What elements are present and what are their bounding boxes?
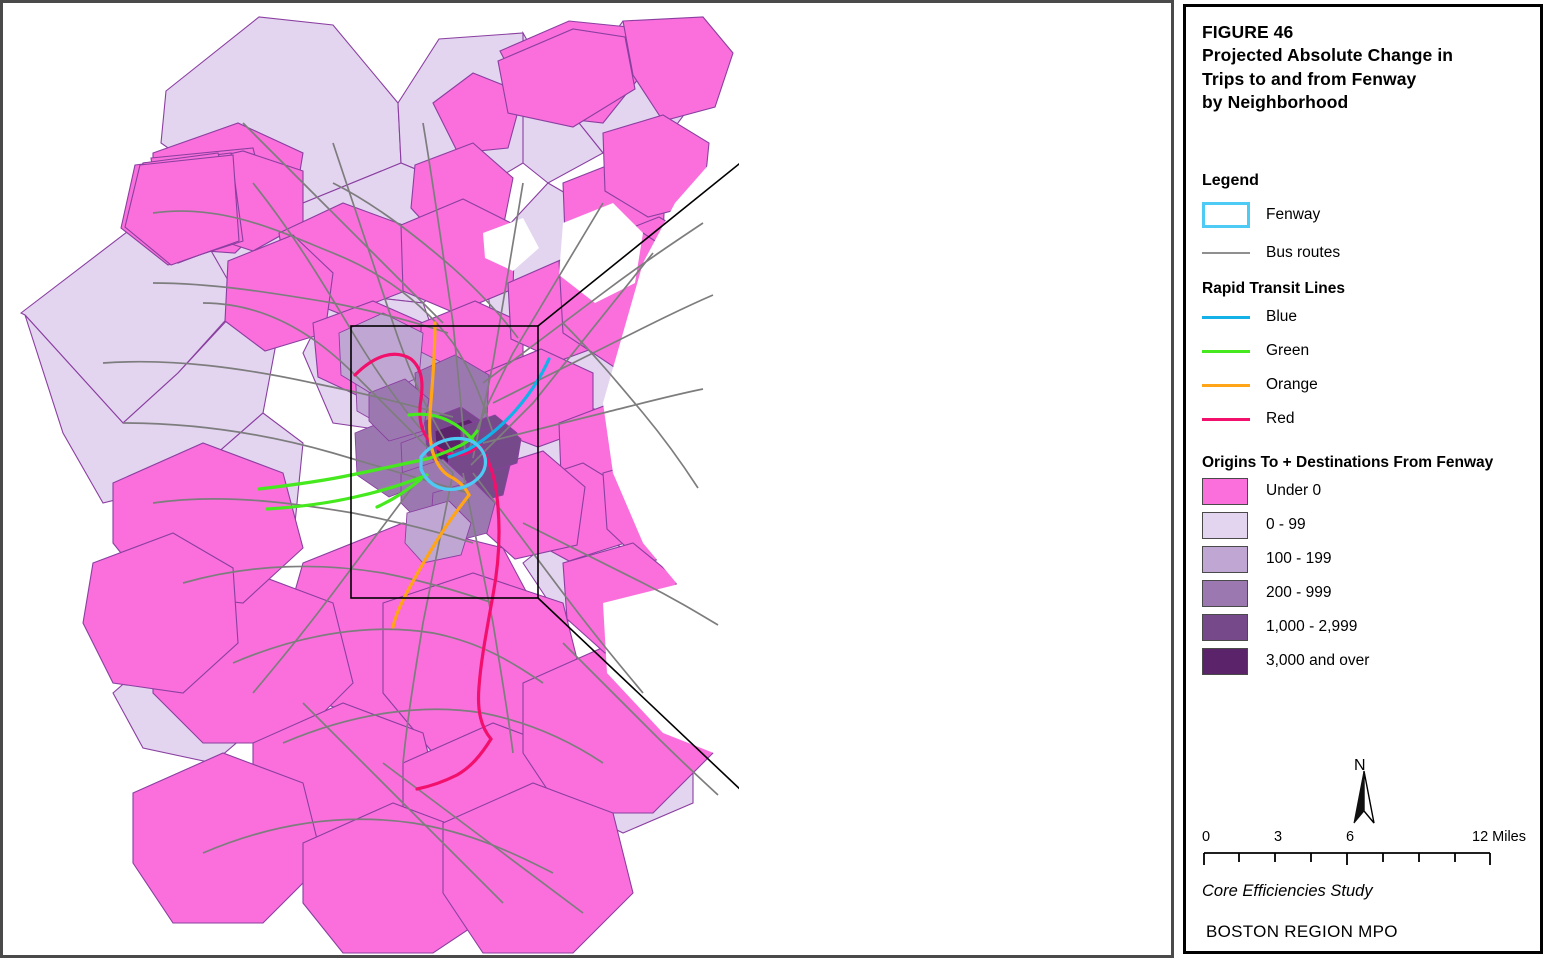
legend-item-transit-orange[interactable]: Orange xyxy=(1202,368,1524,402)
legend-label-class-3000-over: 3,000 and over xyxy=(1266,652,1370,670)
rapid-transit-heading: Rapid Transit Lines xyxy=(1202,280,1345,298)
blue-line-icon xyxy=(1202,315,1260,319)
legend-label-class-100-199: 100 - 199 xyxy=(1266,550,1332,568)
legend-label-fenway: Fenway xyxy=(1266,206,1321,224)
legend-item-bus-routes[interactable]: Bus routes xyxy=(1202,234,1524,272)
figure-title-block: FIGURE 46 Projected Absolute Change in T… xyxy=(1202,21,1524,114)
legend-item-transit-red[interactable]: Red xyxy=(1202,402,1524,436)
scale-tick-12: 12 Miles xyxy=(1472,829,1526,845)
red-line-icon xyxy=(1202,417,1260,421)
inset-under-zero-polygons xyxy=(739,157,1171,789)
legend-label-class-under-0: Under 0 xyxy=(1266,482,1322,500)
legend-item-transit-blue[interactable]: Blue xyxy=(1202,300,1524,334)
legend-heading: Legend xyxy=(1202,172,1259,190)
map-graphic[interactable] xyxy=(3,3,1171,955)
legend-label-orange: Orange xyxy=(1266,376,1318,394)
figure-title-line-1: Projected Absolute Change in xyxy=(1202,45,1454,66)
fenway-outline-icon xyxy=(1202,202,1260,229)
legend-item-transit-green[interactable]: Green xyxy=(1202,334,1524,368)
swatch-100-199-icon xyxy=(1202,545,1260,573)
legend-label-blue: Blue xyxy=(1266,308,1298,326)
figure-page: FIGURE 46 Projected Absolute Change in T… xyxy=(0,0,1548,958)
map-credits-area: N 0 3 6 12 Miles xyxy=(1202,753,1532,883)
legend-item-fenway[interactable]: Fenway xyxy=(1202,196,1524,234)
agency-name: BOSTON REGION MPO xyxy=(1206,922,1398,941)
figure-title-line-2: Trips to and from Fenway xyxy=(1202,68,1417,89)
scale-tick-0: 0 xyxy=(1202,829,1211,845)
legend-label-green: Green xyxy=(1266,342,1310,360)
figure-title-line-3: by Neighborhood xyxy=(1202,91,1349,112)
swatch-3000-over-icon xyxy=(1202,647,1260,675)
orange-line-icon xyxy=(1202,383,1260,387)
inset-border xyxy=(743,159,1171,789)
scale-tick-3: 3 xyxy=(1274,829,1283,845)
study-name: Core Efficiencies Study xyxy=(1202,882,1373,900)
legend-label-class-0-99: 0 - 99 xyxy=(1266,516,1306,534)
scale-bar-graphic xyxy=(1203,852,1491,865)
legend-item-class-3000-over[interactable]: 3,000 and over xyxy=(1202,644,1524,678)
legend-label-bus-routes: Bus routes xyxy=(1266,244,1341,262)
inset-detail-map xyxy=(739,157,1171,803)
swatch-under-0-icon xyxy=(1202,477,1260,505)
inset-bus-routes xyxy=(741,159,1167,789)
legend-label-class-200-999: 200 - 999 xyxy=(1266,584,1332,602)
main-regional-map xyxy=(19,16,1171,954)
green-line-icon xyxy=(1202,349,1260,353)
choropleth-heading: Origins To + Destinations From Fenway xyxy=(1202,454,1494,472)
scale-bar: 0 3 6 12 Miles xyxy=(1202,829,1532,876)
scale-tick-6: 6 xyxy=(1346,829,1355,845)
inset-rapid-transit xyxy=(743,159,1171,803)
scale-bar-labels: 0 3 6 12 Miles xyxy=(1202,829,1532,849)
legend-item-class-1000-2999[interactable]: 1,000 - 2,999 xyxy=(1202,610,1524,644)
legend-item-class-under-0[interactable]: Under 0 xyxy=(1202,474,1524,508)
legend-label-class-1000-2999: 1,000 - 2,999 xyxy=(1266,618,1358,636)
legend-label-red: Red xyxy=(1266,410,1295,428)
map-panel[interactable] xyxy=(0,0,1174,958)
swatch-0-99-icon xyxy=(1202,511,1260,539)
swatch-200-999-icon xyxy=(1202,579,1260,607)
figure-number: FIGURE 46 xyxy=(1202,22,1294,42)
legend-panel: FIGURE 46 Projected Absolute Change in T… xyxy=(1183,4,1543,954)
legend-symbols-block: Fenway Bus routes Rapid Transit Lines Bl… xyxy=(1202,196,1524,678)
bus-route-line-icon xyxy=(1202,252,1260,255)
swatch-1000-2999-icon xyxy=(1202,613,1260,641)
inset-water xyxy=(953,253,1171,779)
legend-item-class-100-199[interactable]: 100 - 199 xyxy=(1202,542,1524,576)
north-arrow-icon xyxy=(1353,770,1375,824)
legend-item-class-0-99[interactable]: 0 - 99 xyxy=(1202,508,1524,542)
legend-item-class-200-999[interactable]: 200 - 999 xyxy=(1202,576,1524,610)
